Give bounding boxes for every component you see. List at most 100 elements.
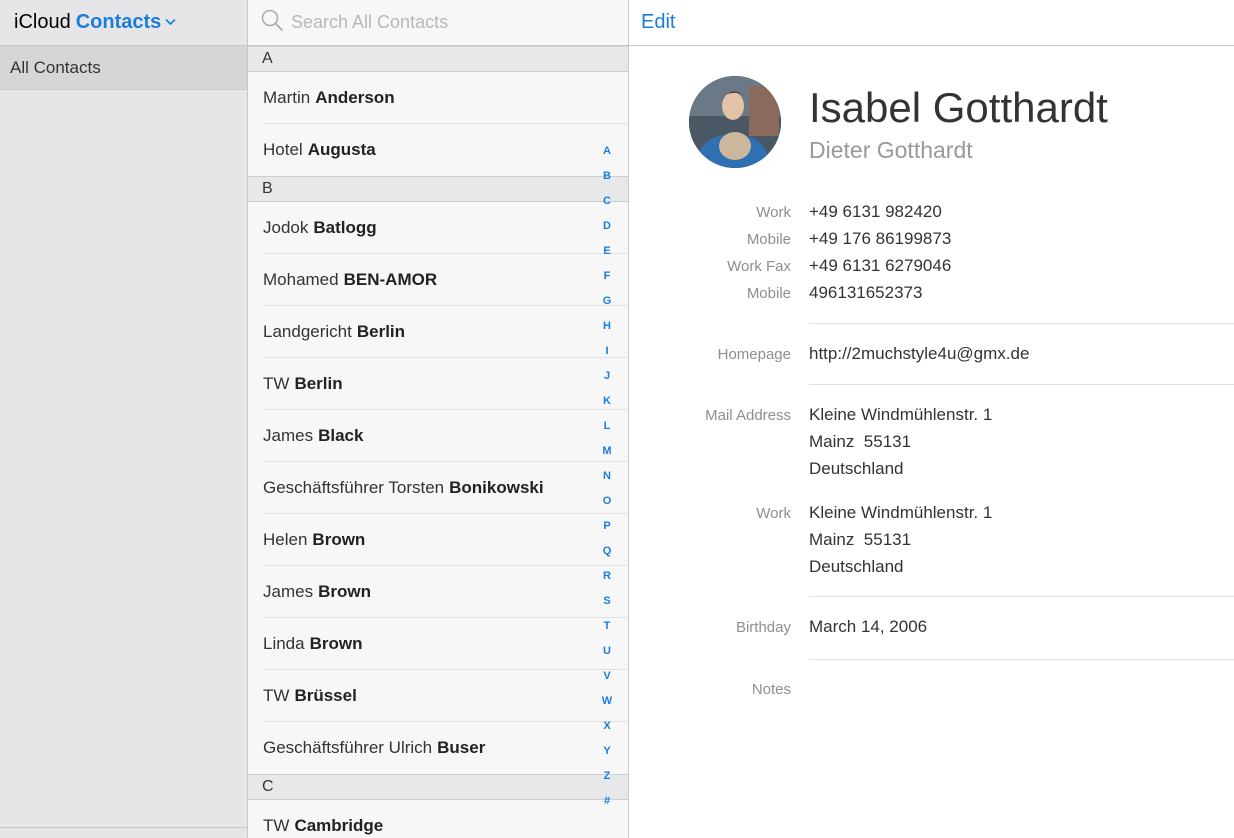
section-header-a: A <box>248 46 628 72</box>
index-letter-m[interactable]: M <box>602 439 611 464</box>
contact-detail-pane: Edit Isabel Gotthardt Dieter Gotthardt W… <box>629 0 1234 838</box>
app-title-menu[interactable]: iCloud Contacts <box>0 0 247 46</box>
app-title-prefix: iCloud <box>14 11 71 33</box>
index-letter-d[interactable]: D <box>603 214 611 239</box>
search-icon <box>260 8 284 37</box>
section-header-c: C <box>248 774 628 800</box>
notes-label: Notes <box>751 681 791 698</box>
phone-label: Mobile <box>746 285 791 302</box>
index-letter-r[interactable]: R <box>603 564 611 589</box>
contact-row[interactable]: Geschäftsführer Torsten Bonikowski <box>248 462 628 514</box>
index-letter-y[interactable]: Y <box>603 739 610 764</box>
last-name: Berlin <box>356 322 406 341</box>
homepage-label: Homepage <box>717 346 791 363</box>
alphabet-index: A B C D E F G H I J K L M N O P Q R S T … <box>596 139 618 814</box>
index-letter-f[interactable]: F <box>604 264 611 289</box>
contact-row[interactable]: Hotel Augusta <box>248 124 628 176</box>
index-letter-i[interactable]: I <box>605 339 608 364</box>
index-letter-j[interactable]: J <box>604 364 610 389</box>
contact-row[interactable]: James Brown <box>248 566 628 618</box>
phone-label: Work Fax <box>727 258 791 275</box>
search-input[interactable] <box>289 11 593 34</box>
phone-value[interactable]: +49 6131 982420 <box>809 202 942 222</box>
contact-row[interactable]: Mohamed BEN-AMOR <box>248 254 628 306</box>
avatar <box>689 76 781 168</box>
first-name: Martin <box>263 88 311 107</box>
last-name: BEN-AMOR <box>343 270 438 289</box>
index-letter-u[interactable]: U <box>603 639 611 664</box>
index-letter-hash[interactable]: # <box>604 789 610 814</box>
divider <box>809 323 1234 324</box>
contact-row[interactable]: Martin Anderson <box>248 72 628 124</box>
address-city[interactable]: Mainz 55131 <box>809 432 911 452</box>
contact-row[interactable]: James Black <box>248 410 628 462</box>
group-label: All Contacts <box>10 57 101 77</box>
index-letter-a[interactable]: A <box>603 139 611 164</box>
index-letter-p[interactable]: P <box>603 514 610 539</box>
contact-row[interactable]: Helen Brown <box>248 514 628 566</box>
index-letter-s[interactable]: S <box>603 589 610 614</box>
phone-value[interactable]: 496131652373 <box>809 283 922 303</box>
last-name: Berlin <box>294 374 343 393</box>
birthday-value: March 14, 2006 <box>809 617 928 636</box>
divider <box>809 384 1234 385</box>
address-label: Mail Address <box>705 407 791 424</box>
search-bar <box>248 0 628 46</box>
last-name: Brown <box>309 634 363 653</box>
index-letter-g[interactable]: G <box>603 289 612 314</box>
phone-value[interactable]: +49 6131 6279046 <box>809 256 951 276</box>
last-name: Anderson <box>315 88 395 107</box>
phone-label: Work <box>756 204 791 221</box>
index-letter-l[interactable]: L <box>604 414 611 439</box>
index-letter-q[interactable]: Q <box>603 539 612 564</box>
homepage-value[interactable]: http://2muchstyle4u@gmx.de <box>809 344 1029 364</box>
address-city[interactable]: Mainz 55131 <box>809 530 911 550</box>
last-name: Batlogg <box>313 218 377 237</box>
contact-row[interactable]: Landgericht Berlin <box>248 306 628 358</box>
index-letter-z[interactable]: Z <box>604 764 611 789</box>
index-letter-e[interactable]: E <box>603 239 610 264</box>
contact-row[interactable]: TW Brüssel <box>248 670 628 722</box>
first-name: TW <box>263 816 290 835</box>
phone-value[interactable]: +49 176 86199873 <box>809 229 951 249</box>
index-letter-v[interactable]: V <box>603 664 610 689</box>
contact-row[interactable]: Jodok Batlogg <box>248 202 628 254</box>
app-title-name: Contacts <box>75 11 162 33</box>
last-name: Augusta <box>307 140 376 159</box>
contact-list-column: A MartinAnderson HotelAugusta B JodokBat… <box>248 0 629 838</box>
first-name: Linda <box>263 634 305 653</box>
first-name: Hotel <box>263 140 303 159</box>
address-country[interactable]: Deutschland <box>809 459 904 479</box>
first-name: TW <box>263 374 290 393</box>
contact-company: Dieter Gotthardt <box>809 137 973 163</box>
first-name: Geschäftsführer Torsten <box>263 478 445 497</box>
first-name: Mohamed <box>263 270 339 289</box>
divider <box>809 659 1234 660</box>
index-letter-h[interactable]: H <box>603 314 611 339</box>
contact-row[interactable]: TW Berlin <box>248 358 628 410</box>
divider <box>809 596 1234 597</box>
edit-button[interactable]: Edit <box>641 11 675 34</box>
first-name: James <box>263 582 314 601</box>
index-letter-t[interactable]: T <box>604 614 611 639</box>
contact-row[interactable]: TW Cambridge <box>248 800 628 838</box>
index-letter-o[interactable]: O <box>603 489 612 514</box>
first-name: Helen <box>263 530 308 549</box>
address-country[interactable]: Deutschland <box>809 557 904 577</box>
index-letter-w[interactable]: W <box>602 689 612 714</box>
address-street[interactable]: Kleine Windmühlenstr. 1 <box>809 503 992 523</box>
last-name: Brüssel <box>294 686 357 705</box>
first-name: James <box>263 426 314 445</box>
index-letter-b[interactable]: B <box>603 164 611 189</box>
index-letter-n[interactable]: N <box>603 464 611 489</box>
contact-name: Isabel Gotthardt <box>809 84 1108 131</box>
group-all-contacts[interactable]: All Contacts <box>0 46 247 90</box>
index-letter-x[interactable]: X <box>603 714 610 739</box>
index-letter-k[interactable]: K <box>603 389 611 414</box>
last-name: Black <box>318 426 364 445</box>
contact-row[interactable]: Linda Brown <box>248 618 628 670</box>
address-street[interactable]: Kleine Windmühlenstr. 1 <box>809 405 992 425</box>
index-letter-c[interactable]: C <box>603 189 611 214</box>
contact-row[interactable]: Geschäftsführer Ulrich Buser <box>248 722 628 774</box>
detail-toolbar: Edit <box>629 0 1234 46</box>
